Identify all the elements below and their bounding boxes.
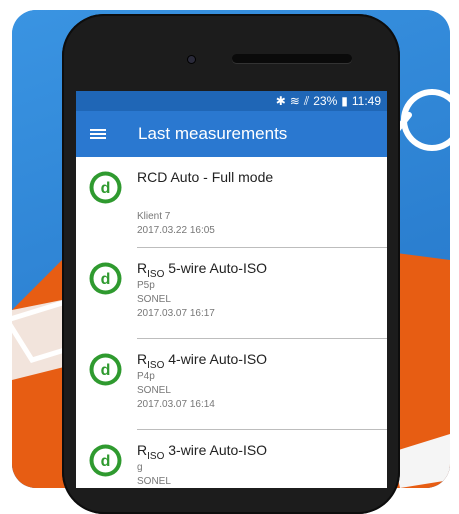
list-item[interactable]: d RCD Auto - Full mode Klient 7 2017.03.…	[76, 157, 387, 248]
front-camera	[188, 56, 195, 63]
svg-text:d: d	[101, 453, 111, 470]
item-line1: P5p	[137, 280, 155, 291]
clock: 11:49	[351, 94, 381, 108]
item-title-subscript: ISO	[147, 359, 165, 371]
list-item[interactable]: d RISO 4-wire Auto-ISO P4p SONEL 2017.03…	[76, 339, 387, 430]
page-title: Last measurements	[138, 124, 288, 143]
item-title: RISO 3-wire Auto-ISO	[137, 442, 268, 462]
sonel-logo-icon: d	[89, 262, 122, 295]
battery-percent: 23%	[313, 94, 338, 108]
sonel-logo-icon: d	[89, 444, 122, 477]
battery-icon: ▮	[341, 94, 348, 108]
item-line2: SONEL	[137, 385, 171, 396]
sonel-logo-icon: d	[89, 171, 122, 204]
item-line2: SONEL	[137, 476, 171, 487]
svg-text:d: d	[101, 271, 111, 288]
item-line3: 2017.03.22 16:05	[137, 225, 215, 236]
item-line2: SONEL	[137, 294, 171, 305]
list-item[interactable]: d RISO 3-wire Auto-ISO g SONEL	[76, 430, 387, 488]
item-line3: 2017.03.07 16:17	[137, 308, 215, 319]
status-bar: ✱ ≋ ⫽ 23% ▮ 11:49	[76, 91, 387, 111]
wifi-icon: ≋	[289, 94, 300, 108]
phone-screen: ✱ ≋ ⫽ 23% ▮ 11:49 Last measurements d RC…	[76, 91, 387, 488]
item-title-subscript: ISO	[147, 450, 165, 462]
svg-text:d: d	[101, 362, 111, 379]
bluetooth-icon: ✱	[275, 94, 286, 108]
signal-icon: ⫽	[303, 93, 310, 108]
item-line1: P4p	[137, 371, 155, 382]
item-title: RISO 5-wire Auto-ISO	[137, 260, 268, 280]
earpiece-speaker	[232, 54, 352, 63]
magnifier-icon	[390, 89, 450, 151]
item-line1: g	[137, 462, 143, 473]
app-bar: Last measurements	[76, 111, 387, 157]
item-title: RISO 4-wire Auto-ISO	[137, 351, 268, 371]
sonel-logo-icon: d	[89, 353, 122, 386]
hamburger-icon	[90, 127, 106, 141]
svg-text:d: d	[101, 180, 111, 197]
item-line2: Klient 7	[137, 211, 171, 222]
item-line3: 2017.03.07 16:14	[137, 399, 215, 410]
item-title-subscript: ISO	[147, 268, 165, 280]
menu-button[interactable]	[76, 111, 120, 157]
item-title: RCD Auto - Full mode	[137, 169, 274, 185]
list-item[interactable]: d RISO 5-wire Auto-ISO P5p SONEL 2017.03…	[76, 248, 387, 339]
